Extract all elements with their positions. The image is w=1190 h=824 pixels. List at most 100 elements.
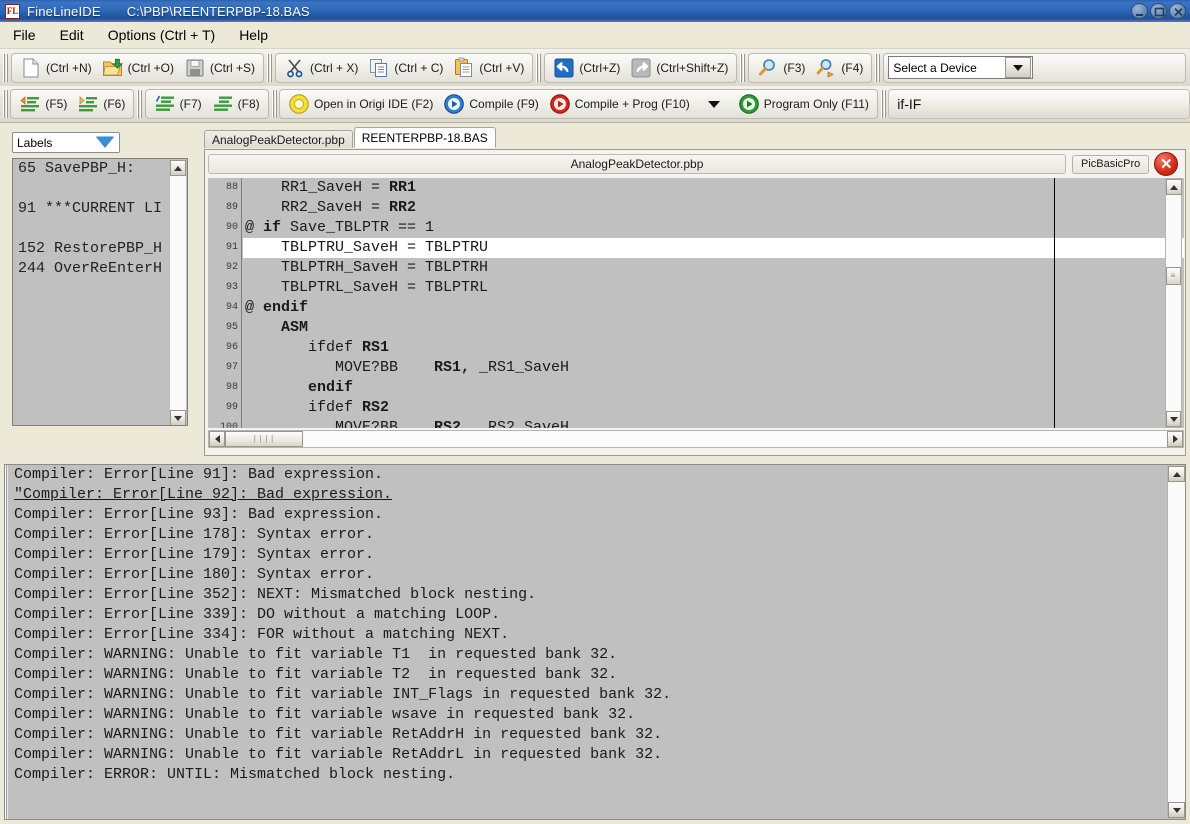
open-file-button[interactable]: (Ctrl +O): [97, 55, 179, 81]
list-item[interactable]: 65 SavePBP_H:: [13, 159, 187, 179]
toolbar-grip-handle-2[interactable]: [266, 54, 273, 82]
redo-button[interactable]: (Ctrl+Shift+Z): [625, 55, 733, 81]
compiler-output-lines[interactable]: Compiler: Error[Line 91]: Bad expression…: [9, 465, 1169, 785]
labels-scroll-up-button[interactable]: [170, 160, 186, 176]
output-scroll-up-button[interactable]: [1168, 466, 1185, 482]
editor-horizontal-scrollbar[interactable]: ||||: [208, 430, 1184, 448]
indent-right-button[interactable]: (F5): [14, 91, 72, 117]
editor-hscroll-left-button[interactable]: [209, 431, 225, 447]
code-line[interactable]: RR2_SaveH = RR2: [243, 198, 1184, 218]
output-line[interactable]: Compiler: ERROR: UNTIL: Mismatched block…: [14, 765, 1169, 785]
editor-scroll-track[interactable]: [1166, 195, 1181, 411]
open-in-original-ide-button[interactable]: Open in Origi IDE (F2): [283, 91, 438, 117]
code-line[interactable]: endif: [243, 378, 1184, 398]
find-input-bar[interactable]: if-IF: [888, 89, 1190, 119]
editor-scroll-down-button[interactable]: [1166, 411, 1181, 427]
labels-scroll-track[interactable]: [170, 176, 186, 410]
toolbar2-grip-handle-3[interactable]: [271, 90, 277, 118]
code-lines[interactable]: RR1_SaveH = RR1 RR2_SaveH = RR2 @ if Sav…: [243, 178, 1184, 428]
output-line[interactable]: Compiler: WARNING: Unable to fit variabl…: [14, 645, 1169, 665]
maximize-button[interactable]: [1150, 3, 1167, 19]
toolbar2-grip-handle-2[interactable]: [136, 90, 142, 118]
editor-scroll-thumb[interactable]: ≡: [1166, 267, 1181, 285]
output-line[interactable]: Compiler: WARNING: Unable to fit variabl…: [14, 705, 1169, 725]
output-line[interactable]: Compiler: Error[Line 93]: Bad expression…: [14, 505, 1169, 525]
code-line[interactable]: @ endif: [243, 298, 1184, 318]
code-line[interactable]: MOVE?BB RS2, _RS2_SaveH: [243, 418, 1184, 428]
new-file-button[interactable]: (Ctrl +N): [15, 55, 97, 81]
toolbar-grip-handle[interactable]: [2, 54, 9, 82]
toolbar2-grip-handle[interactable]: [2, 90, 8, 118]
editor-vertical-scrollbar[interactable]: ≡: [1165, 178, 1182, 428]
output-line[interactable]: Compiler: Error[Line 179]: Syntax error.: [14, 545, 1169, 565]
labels-vertical-scrollbar[interactable]: [170, 160, 186, 426]
menu-help[interactable]: Help: [228, 24, 279, 46]
output-line[interactable]: Compiler: WARNING: Unable to fit variabl…: [14, 725, 1169, 745]
copy-button[interactable]: (Ctrl + C): [363, 55, 448, 81]
code-line[interactable]: RR1_SaveH = RR1: [243, 178, 1184, 198]
indent-left-button[interactable]: (F6): [72, 91, 130, 117]
close-button[interactable]: [1169, 3, 1186, 19]
device-select-arrow[interactable]: [1005, 57, 1031, 78]
editor-hscroll-track[interactable]: [303, 431, 1167, 447]
output-line[interactable]: Compiler: WARNING: Unable to fit variabl…: [14, 685, 1169, 705]
list-item[interactable]: 152 RestorePBP_H: [13, 239, 187, 259]
output-line-selected[interactable]: "Compiler: Error[Line 92]: Bad expressio…: [14, 485, 1169, 505]
editor-hscroll-thumb[interactable]: ||||: [225, 431, 303, 447]
output-line[interactable]: Compiler: Error[Line 91]: Bad expression…: [14, 465, 1169, 485]
output-line[interactable]: Compiler: Error[Line 178]: Syntax error.: [14, 525, 1169, 545]
output-line[interactable]: Compiler: Error[Line 352]: NEXT: Mismatc…: [14, 585, 1169, 605]
cut-button[interactable]: (Ctrl + X): [279, 55, 363, 81]
output-line[interactable]: Compiler: Error[Line 180]: Syntax error.: [14, 565, 1169, 585]
tab-analogpeakdetector[interactable]: AnalogPeakDetector.pbp: [204, 130, 353, 148]
program-only-button[interactable]: Program Only (F11): [733, 91, 874, 117]
toolbar2-grip-handle-4[interactable]: [880, 90, 886, 118]
find-next-button[interactable]: (F4): [810, 55, 868, 81]
output-scroll-track[interactable]: [1168, 482, 1185, 802]
editor-close-button[interactable]: ✕: [1154, 152, 1178, 176]
menu-edit[interactable]: Edit: [49, 24, 95, 46]
minimize-button[interactable]: [1131, 3, 1148, 19]
code-line[interactable]: ifdef RS2: [243, 398, 1184, 418]
labels-view-select[interactable]: Labels: [12, 132, 120, 153]
output-line[interactable]: Compiler: Error[Line 339]: DO without a …: [14, 605, 1169, 625]
code-line-current[interactable]: TBLPTRU_SaveH = TBLPTRU: [243, 238, 1184, 258]
save-file-button[interactable]: (Ctrl +S): [179, 55, 260, 81]
output-line[interactable]: Compiler: WARNING: Unable to fit variabl…: [14, 665, 1169, 685]
code-line[interactable]: @ if Save_TBLPTR == 1: [243, 218, 1184, 238]
uncomment-button[interactable]: (F8): [207, 91, 265, 117]
toolbar-grip-handle-5[interactable]: [874, 54, 881, 82]
output-vertical-scrollbar[interactable]: [1167, 466, 1184, 818]
menu-options[interactable]: Options (Ctrl + T): [97, 24, 227, 46]
paste-button[interactable]: (Ctrl +V): [448, 55, 529, 81]
device-select[interactable]: Select a Device: [888, 56, 1033, 79]
list-item[interactable]: 244 OverReEnterH: [13, 259, 187, 279]
toolbar-grip-handle-4[interactable]: [739, 54, 746, 82]
labels-list[interactable]: 65 SavePBP_H: 91 ***CURRENT LI 152 Resto…: [12, 158, 188, 426]
toolbar-grip-handle-3[interactable]: [535, 54, 542, 82]
list-item[interactable]: [13, 219, 187, 239]
output-line[interactable]: Compiler: WARNING: Unable to fit variabl…: [14, 745, 1169, 765]
labels-scroll-down-button[interactable]: [170, 410, 186, 426]
list-item[interactable]: [13, 179, 187, 199]
output-line[interactable]: Compiler: Error[Line 334]: FOR without a…: [14, 625, 1169, 645]
compile-button[interactable]: Compile (F9): [438, 91, 543, 117]
editor-scroll-up-button[interactable]: [1166, 179, 1182, 195]
code-editor-area[interactable]: 88 89 90 91 92 93 94 95 96 97 98 99 100 …: [208, 178, 1184, 428]
menu-file[interactable]: File: [2, 24, 47, 46]
compile-and-program-button[interactable]: Compile + Prog (F10): [544, 91, 695, 117]
code-line[interactable]: ifdef RS1: [243, 338, 1184, 358]
editor-hscroll-right-button[interactable]: [1167, 431, 1183, 447]
code-line[interactable]: TBLPTRL_SaveH = TBLPTRL: [243, 278, 1184, 298]
code-line[interactable]: TBLPTRH_SaveH = TBLPTRH: [243, 258, 1184, 278]
comment-button[interactable]: (F7): [149, 91, 207, 117]
tab-reenterpbp[interactable]: REENTERPBP-18.BAS: [354, 127, 496, 148]
output-scroll-down-button[interactable]: [1168, 802, 1185, 818]
undo-button[interactable]: (Ctrl+Z): [548, 55, 625, 81]
language-mode-button[interactable]: PicBasicPro: [1072, 155, 1149, 174]
build-options-dropdown[interactable]: [695, 91, 733, 117]
list-item[interactable]: 91 ***CURRENT LI: [13, 199, 187, 219]
code-line[interactable]: MOVE?BB RS1, _RS1_SaveH: [243, 358, 1184, 378]
find-button[interactable]: (F3): [752, 55, 810, 81]
compiler-output-panel[interactable]: Compiler: Error[Line 91]: Bad expression…: [4, 464, 1186, 820]
